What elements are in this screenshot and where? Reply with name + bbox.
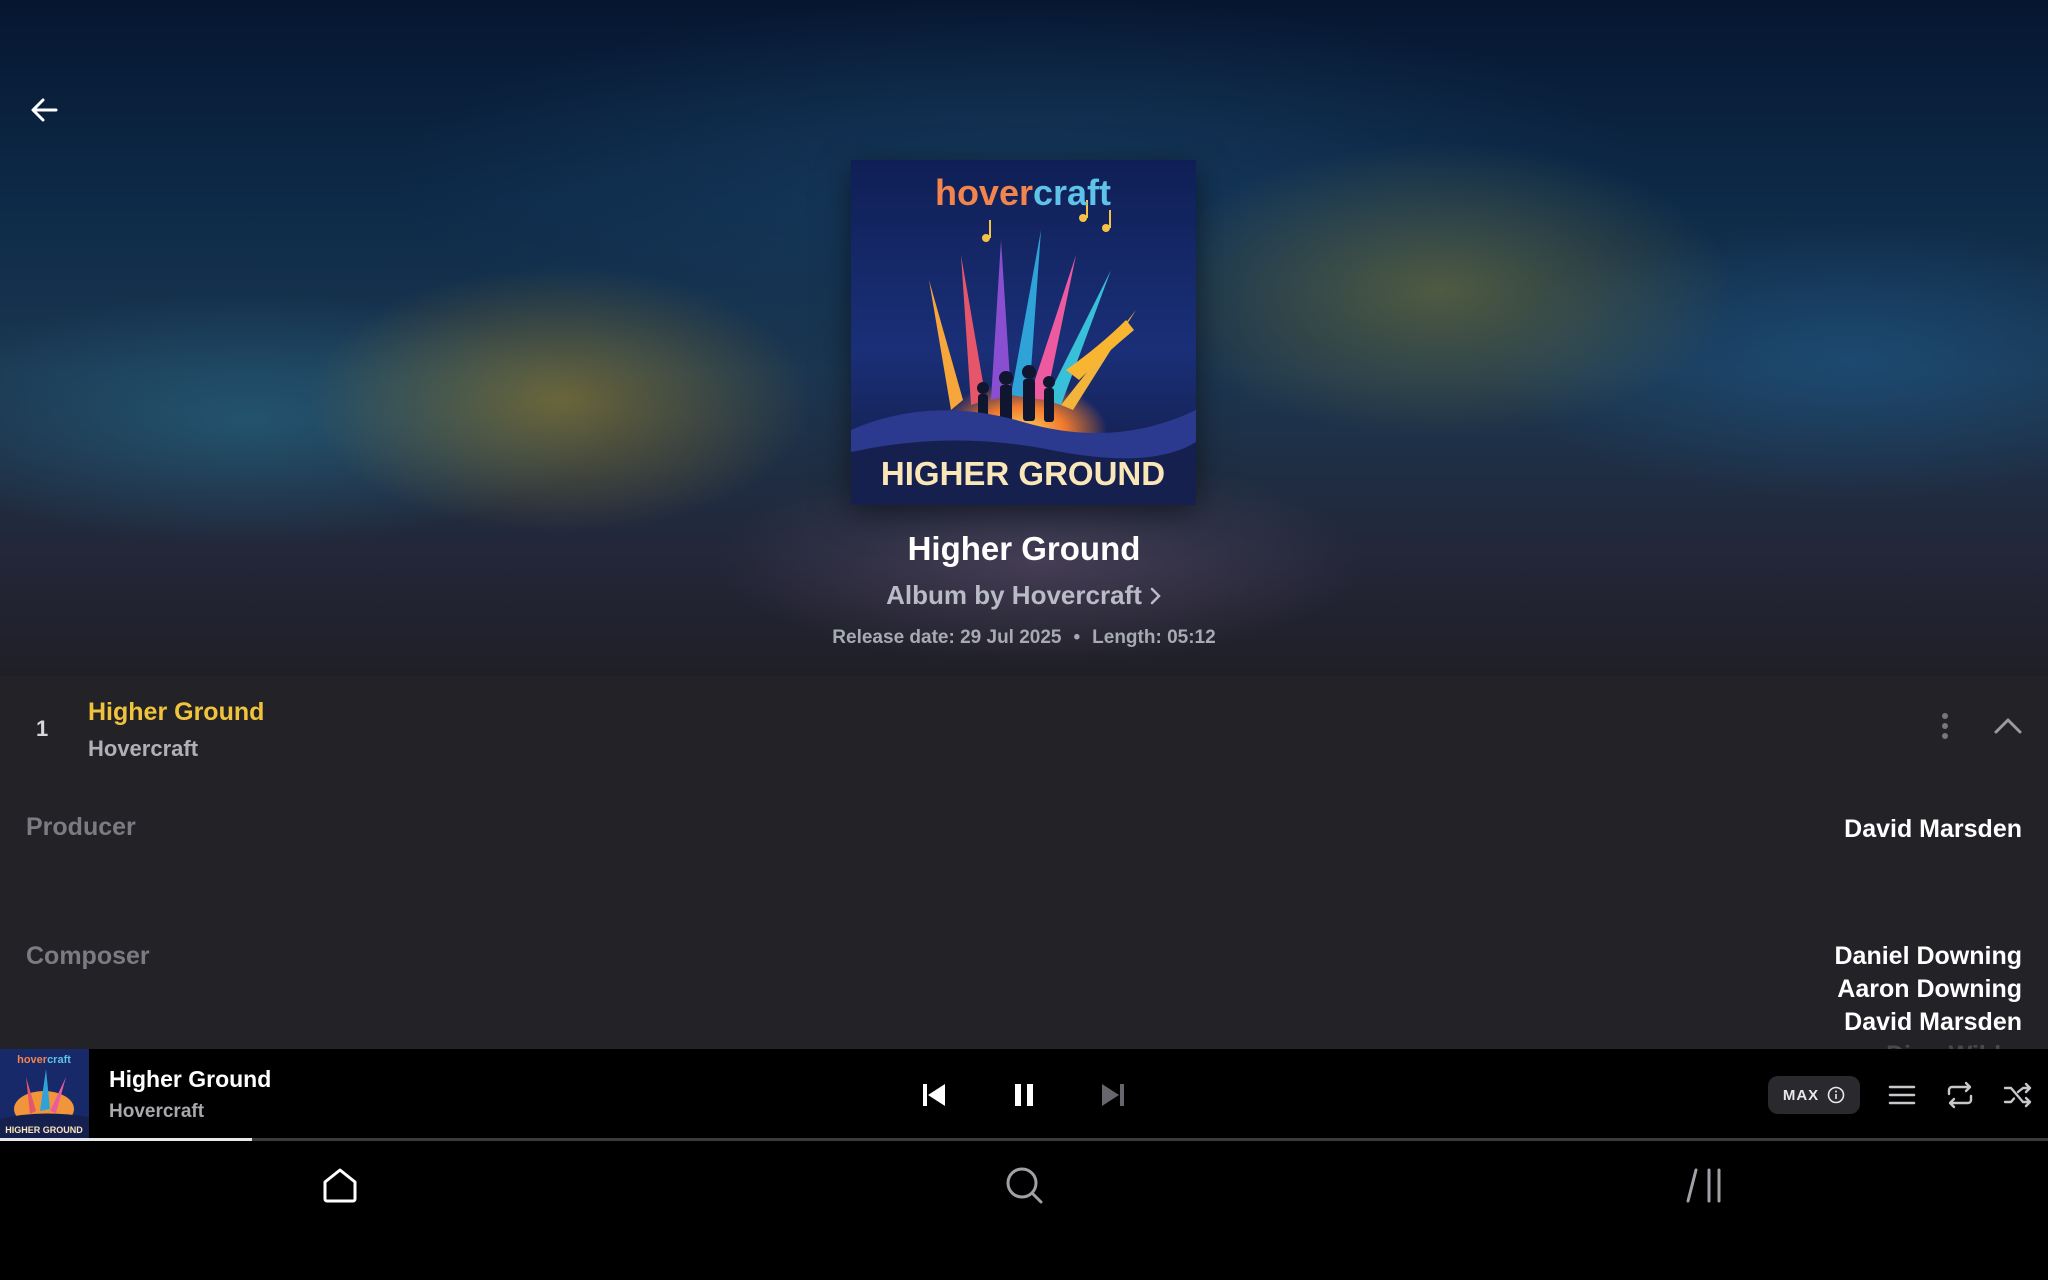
album-header: hovercraft HIGHER GROUND Higher Ground A… (0, 0, 2048, 676)
collapse-button[interactable] (1988, 706, 2028, 746)
nav-home[interactable] (316, 1161, 364, 1209)
track-title: Higher Ground (88, 698, 265, 726)
composer-values: Daniel Downing Aaron Downing David Marsd… (1835, 940, 2023, 1049)
svg-text:hovercraft: hovercraft (935, 172, 1111, 213)
pause-icon (1015, 1084, 1033, 1106)
repeat-button[interactable] (1942, 1077, 1978, 1113)
bottom-navigation (0, 1141, 2048, 1280)
pause-button[interactable] (1006, 1077, 1042, 1113)
previous-button[interactable] (916, 1077, 952, 1113)
more-vertical-icon (1942, 713, 1948, 739)
nav-library[interactable] (1682, 1161, 1730, 1209)
arrow-left-icon (31, 98, 58, 122)
more-options-button[interactable] (1930, 706, 1960, 746)
quality-badge[interactable]: MAX (1768, 1076, 1860, 1114)
album-length: Length: 05:12 (1092, 627, 1216, 648)
quality-label: MAX (1782, 1086, 1820, 1104)
composer-label: Composer (26, 942, 150, 970)
svg-text:HIGHER GROUND: HIGHER GROUND (5, 1125, 83, 1135)
album-meta: Release date: 29 Jul 2025 • Length: 05:12 (0, 627, 2048, 649)
svg-text:HIGHER GROUND: HIGHER GROUND (881, 455, 1165, 492)
skip-next-icon (1102, 1084, 1124, 1106)
release-date: Release date: 29 Jul 2025 (832, 627, 1062, 648)
nav-search[interactable] (1000, 1161, 1048, 1209)
home-icon (323, 1168, 357, 1203)
artist-link[interactable]: Album by Hovercraft (0, 580, 2048, 613)
search-icon (1006, 1167, 1043, 1204)
chevron-right-icon (1150, 582, 1162, 613)
producer-name: David Marsden (1844, 815, 2022, 843)
track-row[interactable]: 1 Higher Ground Hovercraft (0, 676, 2048, 776)
track-number: 1 (36, 716, 49, 741)
now-playing-artist[interactable]: Hovercraft (109, 1101, 204, 1123)
library-icon (1686, 1168, 1721, 1203)
album-title: Higher Ground (907, 530, 1141, 567)
separator-dot: • (1073, 627, 1081, 648)
now-playing-bar[interactable]: hovercraft HIGHER GROUND Higher Ground H… (0, 1049, 2048, 1141)
back-button[interactable] (22, 88, 66, 132)
skip-previous-icon (923, 1084, 945, 1106)
track-panel: 1 Higher Ground Hovercraft Producer Davi… (0, 676, 2048, 1049)
producer-label: Producer (26, 813, 136, 841)
shuffle-icon (2003, 1082, 2032, 1108)
composer-name: Daniel Downing (1834, 942, 2023, 970)
track-artist: Hovercraft (88, 736, 199, 761)
queue-button[interactable] (1884, 1077, 1920, 1113)
composer-name: Aaron Downing (1837, 975, 2022, 1003)
svg-text:hovercraft: hovercraft (17, 1054, 71, 1066)
producer-value: David Marsden (1844, 813, 2022, 846)
now-playing-title[interactable]: Higher Ground (109, 1066, 271, 1093)
album-cover: hovercraft HIGHER GROUND (851, 160, 1196, 505)
repeat-icon (1947, 1081, 1973, 1109)
info-icon (1827, 1086, 1845, 1104)
mini-album-cover[interactable]: hovercraft HIGHER GROUND (0, 1049, 89, 1138)
artist-link-label: Album by Hovercraft (886, 580, 1142, 610)
composer-name: David Marsden (1844, 1008, 2022, 1036)
queue-list-icon (1888, 1085, 1916, 1105)
chevron-up-icon (1994, 718, 2022, 734)
composer-name: Dino Wild... (1835, 1039, 2022, 1049)
next-button[interactable] (1095, 1077, 1131, 1113)
shuffle-button[interactable] (2000, 1077, 2036, 1113)
